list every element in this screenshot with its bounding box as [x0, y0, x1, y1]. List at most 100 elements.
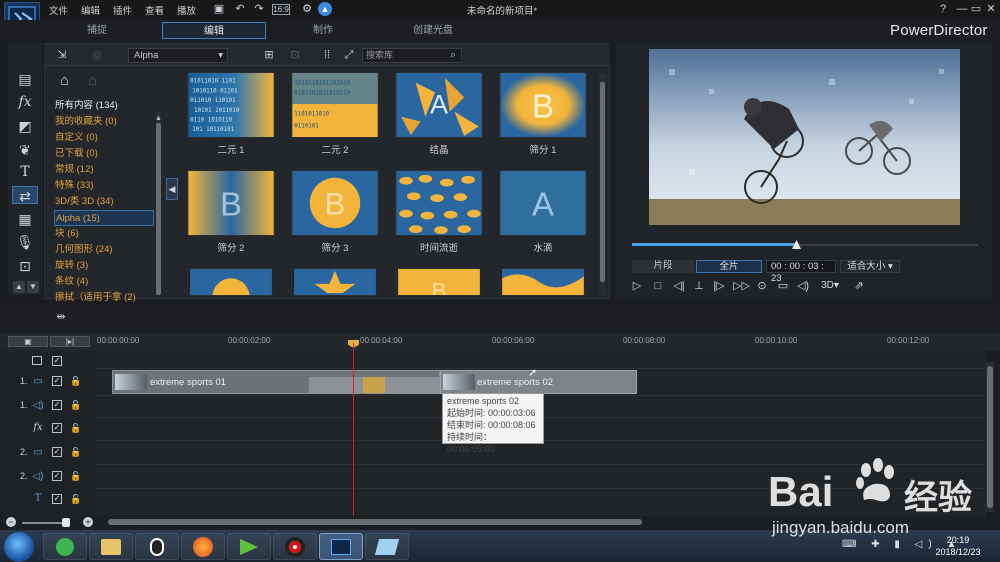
- lock-icon[interactable]: 🔓: [70, 376, 81, 386]
- update-icon[interactable]: ▲: [318, 2, 332, 16]
- help-button[interactable]: ?: [936, 2, 950, 16]
- track-enable-checkbox[interactable]: ✓: [52, 494, 62, 504]
- menu-view[interactable]: 查看: [145, 3, 164, 17]
- import-icon[interactable]: ⇲: [55, 48, 69, 62]
- category-item[interactable]: 自定义 (0): [54, 130, 154, 146]
- transition-room-icon[interactable]: ⇄: [12, 186, 38, 204]
- zoom-select[interactable]: 适合大小 ▾: [840, 260, 900, 273]
- minimize-button[interactable]: —: [955, 2, 969, 16]
- download-icon[interactable]: ◎: [90, 48, 104, 62]
- snapshot-icon[interactable]: ⊙: [755, 279, 769, 293]
- next-frame-icon[interactable]: |▷: [712, 279, 726, 293]
- timeline-clip[interactable]: extreme sports 02: [440, 370, 637, 394]
- restore-button[interactable]: ▭: [969, 2, 983, 16]
- transition-thumb-crystal[interactable]: A: [395, 72, 483, 138]
- remove-tag-icon[interactable]: ⌂: [88, 72, 97, 89]
- fast-forward-icon[interactable]: ▷▷: [733, 279, 750, 293]
- add-tag-icon[interactable]: ⌂: [60, 72, 69, 89]
- subtitle-icon[interactable]: ▭: [776, 279, 790, 293]
- tab-edit[interactable]: 编辑: [162, 22, 266, 39]
- taskbar-notes-icon[interactable]: [365, 533, 409, 560]
- taskbar-explorer-icon[interactable]: [89, 533, 133, 560]
- particle-room-icon[interactable]: ❦: [12, 141, 38, 159]
- lock-icon[interactable]: 🔓: [70, 447, 81, 457]
- menu-file[interactable]: 文件: [49, 3, 68, 17]
- zoom-out-icon[interactable]: −: [6, 517, 16, 527]
- scroll-up-icon[interactable]: ▲: [13, 281, 25, 293]
- edit-item-icon[interactable]: ⊡: [288, 48, 302, 62]
- storyboard-view-button[interactable]: ▣: [8, 336, 48, 347]
- grid-view-icon[interactable]: ⁞⁞: [320, 48, 334, 62]
- transition-thumb-leaves[interactable]: [395, 170, 483, 236]
- media-room-icon[interactable]: ▤: [12, 70, 38, 88]
- clip-mode-button[interactable]: 片段: [632, 260, 694, 273]
- category-item[interactable]: 几何图形 (24): [54, 242, 154, 258]
- timeline-horizontal-thumb[interactable]: [108, 519, 642, 525]
- scroll-down-icon[interactable]: ▼: [27, 281, 39, 293]
- track-all-toggle[interactable]: [32, 356, 42, 365]
- play-icon[interactable]: ▷: [630, 279, 644, 293]
- track-enable-checkbox[interactable]: ✓: [52, 376, 62, 386]
- timeline-zoom-knob[interactable]: [62, 518, 70, 527]
- category-item[interactable]: 我的收藏夹 (0): [54, 114, 154, 130]
- track-enable-checkbox[interactable]: ✓: [52, 447, 62, 457]
- timecode-display[interactable]: 00 : 00 : 03 : 23: [766, 260, 836, 284]
- taskbar-firefox-icon[interactable]: [181, 533, 225, 560]
- enable-all-checkbox[interactable]: ✓: [52, 356, 62, 366]
- movie-mode-button[interactable]: 全片: [696, 260, 762, 273]
- category-item[interactable]: 常规 (12): [54, 162, 154, 178]
- stop-icon[interactable]: □: [651, 279, 665, 293]
- track-enable-checkbox[interactable]: ✓: [52, 471, 62, 481]
- redo-icon[interactable]: ↷: [252, 2, 266, 16]
- undock-icon[interactable]: ⇗: [852, 279, 866, 293]
- collapse-panel-button[interactable]: ◀: [166, 178, 178, 200]
- taskbar-recorder-icon[interactable]: [273, 533, 317, 560]
- category-item[interactable]: 条纹 (4): [54, 274, 154, 290]
- category-item[interactable]: 3D/类 3D (34): [54, 194, 154, 210]
- lock-icon[interactable]: 🔓: [70, 400, 81, 410]
- category-item[interactable]: 所有内容 (134): [54, 98, 154, 114]
- category-item[interactable]: 旋转 (3): [54, 258, 154, 274]
- taskbar-app-360-icon[interactable]: [43, 533, 87, 560]
- track-enable-checkbox[interactable]: ✓: [52, 423, 62, 433]
- taskbar-camtasia-icon[interactable]: [227, 533, 271, 560]
- library-scroll-thumb[interactable]: [600, 82, 605, 282]
- transition-thumb-binary2[interactable]: 1010110101101010 0101101011010110 11010110…: [291, 72, 379, 138]
- transition-thumb-binary1[interactable]: 01011010 1101 1010110 01101 011010 110101 1…: [187, 72, 275, 138]
- transition-thumb-sieve2[interactable]: B: [187, 170, 275, 236]
- start-button[interactable]: [4, 532, 34, 562]
- aspect-ratio-icon[interactable]: 16:9: [272, 4, 290, 15]
- library-search-input[interactable]: 搜索库 ⌕: [362, 48, 462, 63]
- timeline-clip[interactable]: extreme sports 01: [112, 370, 440, 394]
- transition-thumb-drops[interactable]: A: [499, 170, 587, 236]
- taskbar-powerdirector-icon[interactable]: [319, 533, 363, 560]
- playhead-line[interactable]: [353, 343, 354, 518]
- lock-icon[interactable]: 🔓: [70, 471, 81, 481]
- timeline-fit-icon[interactable]: ⇹: [52, 310, 70, 324]
- split-marker-icon[interactable]: ⊥: [692, 279, 706, 293]
- pip-room-icon[interactable]: ◩: [12, 117, 38, 135]
- category-select[interactable]: Alpha ▾: [128, 48, 228, 63]
- menu-plugins[interactable]: 插件: [113, 3, 132, 17]
- category-item[interactable]: 块 (6): [54, 226, 154, 242]
- lock-icon[interactable]: 🔓: [70, 494, 81, 504]
- tab-capture[interactable]: 捕捉: [62, 22, 132, 39]
- transition-thumb-sieve3[interactable]: B: [291, 170, 379, 236]
- voiceover-icon[interactable]: 🎙: [12, 233, 38, 251]
- thumbnail-size-icon[interactable]: ⤢: [342, 48, 356, 62]
- 3d-mode-button[interactable]: 3D▾: [818, 279, 842, 293]
- scroll-up-arrow-icon[interactable]: ▲: [155, 115, 162, 122]
- transition-thumb[interactable]: B: [395, 268, 483, 296]
- undo-icon[interactable]: ↶: [233, 2, 247, 16]
- transition-thumb[interactable]: [187, 268, 275, 296]
- new-item-icon[interactable]: ⊞: [262, 48, 276, 62]
- transition-thumb-sieve1[interactable]: B: [499, 72, 587, 138]
- transition-marker[interactable]: [363, 377, 385, 393]
- transition-thumb[interactable]: [291, 268, 379, 296]
- transition-thumb[interactable]: [499, 268, 587, 296]
- chapter-room-icon[interactable]: ⊡: [12, 257, 38, 275]
- zoom-in-icon[interactable]: +: [83, 517, 93, 527]
- menu-play[interactable]: 播放: [177, 3, 196, 17]
- effects-room-icon[interactable]: fx: [12, 93, 38, 111]
- category-item-selected[interactable]: Alpha (15): [54, 210, 154, 226]
